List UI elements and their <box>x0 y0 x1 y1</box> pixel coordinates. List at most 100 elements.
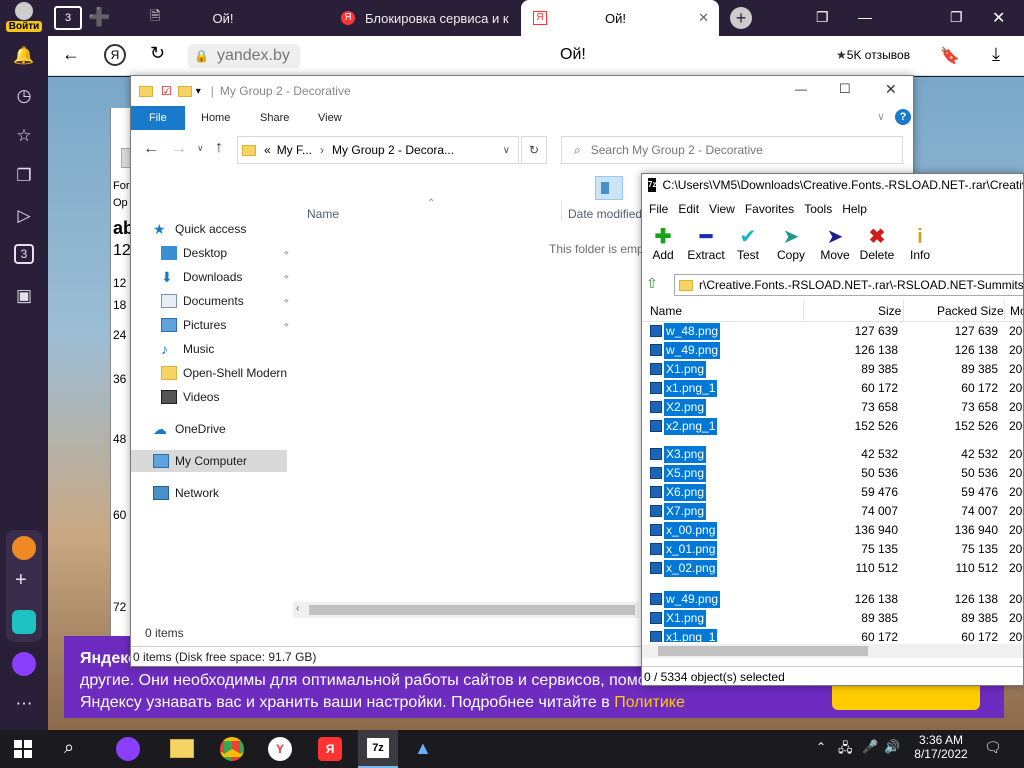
table-row[interactable]: x2.png_1 152 526 152 526 200 <box>642 417 1023 436</box>
up-icon[interactable]: ↑ <box>215 139 223 157</box>
media-icon[interactable]: ▷ <box>12 204 36 228</box>
yandex-taskbar-icon[interactable]: Я <box>318 737 342 761</box>
address-dropdown-icon[interactable]: ∨ <box>503 145 510 156</box>
ribbon-tab-view[interactable]: View <box>306 106 354 130</box>
add-app-icon[interactable]: + <box>15 570 27 590</box>
forward-icon[interactable]: → <box>171 140 187 158</box>
horizontal-scrollbar[interactable]: ‹ <box>293 602 639 618</box>
file-list[interactable]: w_48.png 127 639 127 639 200 w_49.png 126 138… <box>642 322 1023 642</box>
close-window-icon[interactable]: ✕ <box>992 8 1005 28</box>
file-explorer-taskbar-icon[interactable] <box>170 739 194 758</box>
test-button[interactable]: ✔ Test <box>726 226 770 262</box>
help-icon[interactable]: ? <box>895 109 911 125</box>
font-app-taskbar-icon[interactable]: ▲ <box>414 738 432 759</box>
column-header-modified[interactable]: Mo <box>1010 304 1023 318</box>
pin-icon[interactable]: ⌖ <box>283 296 289 307</box>
login-button[interactable]: Войти <box>6 2 42 34</box>
maximize-icon[interactable]: ☐ <box>839 81 851 97</box>
policy-link[interactable]: Политике <box>614 694 685 711</box>
reload-icon[interactable]: ↻ <box>150 43 165 64</box>
column-header-name[interactable]: Name <box>650 304 682 318</box>
tab-3-active[interactable]: Я Ой! ✕ <box>521 0 719 36</box>
menu-favorites[interactable]: Favorites <box>743 200 802 220</box>
horizontal-scrollbar[interactable] <box>642 644 1023 658</box>
menu-tools[interactable]: Tools <box>802 200 840 220</box>
nav-quick-access[interactable]: ★ Quick access <box>153 218 246 240</box>
move-button[interactable]: ➤ Move <box>813 226 857 262</box>
close-tab-icon[interactable]: ✕ <box>698 10 709 26</box>
more-icon[interactable]: ⋯ <box>12 692 36 716</box>
menu-help[interactable]: Help <box>840 200 875 220</box>
table-row[interactable]: X3.png 42 532 42 532 200 <box>642 445 1023 464</box>
info-button[interactable]: i Info <box>898 226 942 262</box>
back-icon[interactable]: ← <box>143 140 159 158</box>
recent-dropdown-icon[interactable]: ∨ <box>197 143 204 154</box>
breadcrumb-item[interactable]: My Group 2 - Decora... <box>332 143 454 157</box>
sevenzip-taskbar-item[interactable]: 7z <box>358 730 398 768</box>
table-row[interactable]: x_01.png 75 135 75 135 200 <box>642 540 1023 559</box>
extract-button[interactable]: ━ Extract <box>684 226 728 262</box>
nav-videos[interactable]: Videos <box>161 386 219 408</box>
microphone-icon[interactable]: 🎤 <box>862 739 878 755</box>
alice-icon[interactable] <box>12 652 36 676</box>
clock[interactable]: 3:36 AM 8/17/2022 <box>912 733 970 761</box>
menu-view[interactable]: View <box>707 200 743 220</box>
back-icon[interactable]: ← <box>62 44 80 65</box>
notifications-icon[interactable]: 🔔 <box>12 44 36 68</box>
new-tab-button[interactable]: + <box>730 7 752 29</box>
refresh-icon[interactable]: ↻ <box>521 136 547 164</box>
ribbon-tab-share[interactable]: Share <box>248 106 301 130</box>
properties-icon[interactable]: ☑ <box>161 84 172 98</box>
table-row[interactable]: w_49.png 126 138 126 138 200 <box>642 341 1023 360</box>
nav-music[interactable]: ♪ Music <box>161 338 214 360</box>
close-icon[interactable]: ✕ <box>885 81 897 98</box>
history-icon[interactable]: ◷ <box>12 84 36 108</box>
parent-folder-icon[interactable]: ⇧ <box>646 275 658 292</box>
search-input[interactable]: ⌕ Search My Group 2 - Decorative <box>561 136 903 164</box>
ribbon-expand-icon[interactable]: ∨ <box>877 110 885 123</box>
messenger-app-icon[interactable] <box>12 610 36 634</box>
delete-button[interactable]: ✖ Delete <box>855 226 899 262</box>
table-row[interactable]: X6.png 59 476 59 476 200 <box>642 483 1023 502</box>
column-header-date[interactable]: Date modified <box>568 207 642 221</box>
table-row[interactable]: x1.png_1 60 172 60 172 200 <box>642 379 1023 398</box>
mail-app-icon[interactable] <box>12 536 36 560</box>
address-field[interactable]: « My F... › My Group 2 - Decora... ∨ <box>237 136 519 164</box>
pin-icon[interactable]: ⌖ <box>283 320 289 331</box>
copy-button[interactable]: ➤ Copy <box>769 226 813 262</box>
tab-1[interactable]: 🗎 Ой! <box>138 0 328 36</box>
nav-downloads[interactable]: ⬇ Downloads ⌖ <box>161 266 289 288</box>
nav-pictures[interactable]: Pictures ⌖ <box>161 314 289 336</box>
add-button[interactable]: ✚ Add <box>642 226 685 262</box>
table-row[interactable]: x_02.png 110 512 110 512 200 <box>642 559 1023 578</box>
ribbon-tab-file[interactable]: File <box>131 106 185 130</box>
table-row[interactable]: X1.png 89 385 89 385 200 <box>642 360 1023 379</box>
path-field[interactable]: r\Creative.Fonts.-RSLOAD.NET-.rar\-RSLOA… <box>674 274 1023 296</box>
table-row[interactable]: X7.png 74 007 74 007 200 <box>642 502 1023 521</box>
ribbon-tab-home[interactable]: Home <box>189 106 242 130</box>
column-header-name[interactable]: Name <box>307 207 339 221</box>
bookmark-icon[interactable]: 🔖 <box>940 46 960 66</box>
collections-icon[interactable]: ❐ <box>12 164 36 188</box>
notifications-icon[interactable]: 🗨 <box>984 739 1002 756</box>
favorites-icon[interactable]: ☆ <box>12 124 36 148</box>
table-row[interactable]: w_48.png 127 639 127 639 200 <box>642 322 1023 341</box>
tab-counter-icon[interactable]: 3 <box>14 244 34 264</box>
show-hidden-icons[interactable]: ⌃ <box>816 740 826 754</box>
yandex-browser-taskbar-icon[interactable]: Y <box>268 737 292 761</box>
tabs-overview-icon[interactable]: 3 <box>54 6 82 30</box>
table-row[interactable]: x_00.png 136 940 136 940 200 <box>642 521 1023 540</box>
nav-documents[interactable]: Documents ⌖ <box>161 290 289 312</box>
restore-icon[interactable]: ❐ <box>950 9 963 26</box>
reviews-link[interactable]: ★5K отзывов <box>836 48 910 62</box>
minimize-icon[interactable]: — <box>858 9 872 25</box>
qat-dropdown-icon[interactable]: ▾ <box>196 86 201 97</box>
pin-icon[interactable]: ⌖ <box>283 272 289 283</box>
nav-desktop[interactable]: Desktop ⌖ <box>161 242 289 264</box>
column-header-packed[interactable]: Packed Size <box>937 304 1004 318</box>
table-row[interactable]: X2.png 73 658 73 658 201 <box>642 398 1023 417</box>
table-row[interactable]: X1.png 89 385 89 385 200 <box>642 609 1023 628</box>
nav-network[interactable]: Network <box>153 482 219 504</box>
nav-my-computer[interactable]: My Computer <box>131 450 287 472</box>
new-folder-icon[interactable] <box>177 85 192 97</box>
